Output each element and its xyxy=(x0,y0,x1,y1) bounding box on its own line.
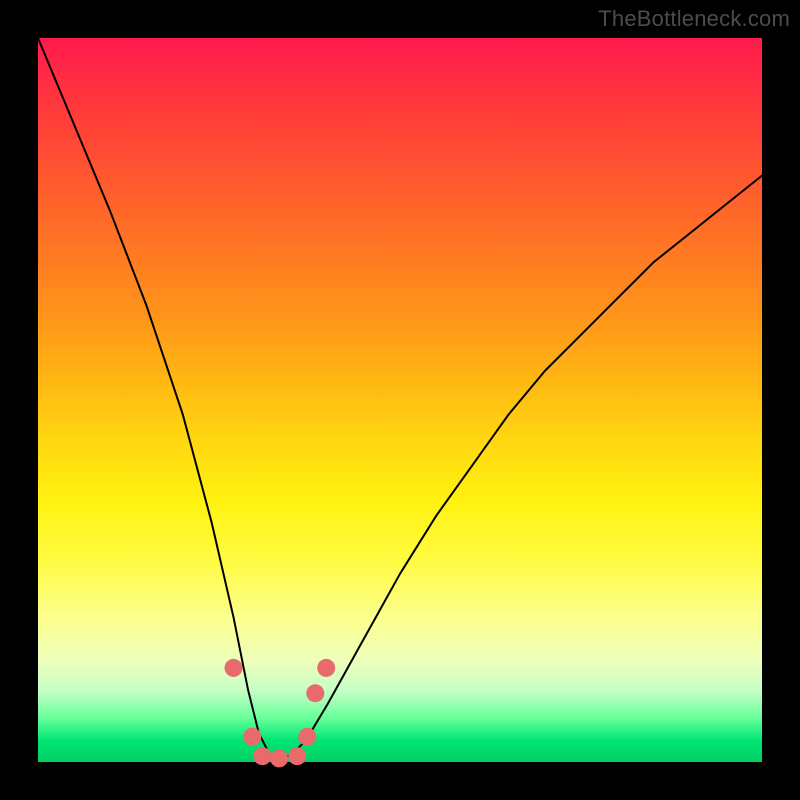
marker-dot xyxy=(317,659,335,677)
marker-dot xyxy=(306,684,324,702)
plot-area xyxy=(38,38,762,762)
marker-dot xyxy=(298,728,316,746)
marker-dot xyxy=(253,747,271,765)
chart-frame: TheBottleneck.com xyxy=(0,0,800,800)
marker-dot xyxy=(225,659,243,677)
near-min-markers xyxy=(225,659,336,768)
marker-dot xyxy=(243,728,261,746)
watermark-text: TheBottleneck.com xyxy=(598,6,790,32)
marker-dot xyxy=(288,747,306,765)
bottleneck-curve xyxy=(38,38,762,758)
curve-svg xyxy=(38,38,762,762)
marker-dot xyxy=(270,749,288,767)
